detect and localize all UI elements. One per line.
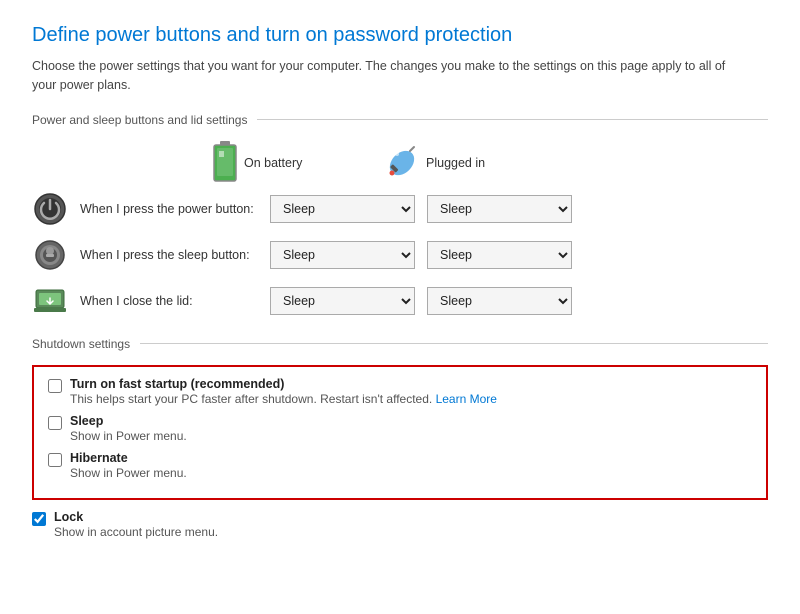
fast-startup-title: Turn on fast startup (recommended) (70, 377, 497, 391)
section1-divider: Power and sleep buttons and lid settings (32, 113, 768, 127)
lid-battery-dropdown[interactable]: Sleep Do nothing Hibernate Shut down Tur… (270, 287, 415, 315)
plugged-in-header: Plugged in (384, 145, 544, 181)
sleep-shutdown-desc: Show in Power menu. (70, 429, 187, 443)
plug-icon (384, 145, 420, 181)
sleep-shutdown-row: Sleep Show in Power menu. (48, 414, 752, 443)
hibernate-content: Hibernate Show in Power menu. (70, 451, 187, 480)
lid-icon-wrapper (32, 283, 68, 319)
shutdown-section: Shutdown settings Turn on fast startup (… (32, 337, 768, 539)
hibernate-checkbox[interactable] (48, 453, 62, 467)
sleep-button-label: When I press the sleep button: (80, 248, 270, 262)
divider-line (257, 119, 768, 120)
shutdown-divider: Shutdown settings (32, 337, 768, 351)
settings-rows: When I press the power button: Sleep Do … (32, 191, 768, 319)
sleep-button-row: When I press the sleep button: Sleep Do … (32, 237, 768, 273)
hibernate-title: Hibernate (70, 451, 187, 465)
shutdown-settings-box: Turn on fast startup (recommended) This … (32, 365, 768, 500)
power-button-label: When I press the power button: (80, 202, 270, 216)
power-plugged-dropdown-wrapper: Sleep Do nothing Hibernate Shut down Tur… (427, 195, 572, 223)
hibernate-row: Hibernate Show in Power menu. (48, 451, 752, 480)
hibernate-desc: Show in Power menu. (70, 466, 187, 480)
sleep-battery-dropdown-wrapper: Sleep Do nothing Hibernate Shut down Tur… (270, 241, 415, 269)
sleep-shutdown-title: Sleep (70, 414, 187, 428)
shutdown-divider-line (140, 343, 768, 344)
sleep-battery-dropdown[interactable]: Sleep Do nothing Hibernate Shut down Tur… (270, 241, 415, 269)
shutdown-section-label: Shutdown settings (32, 337, 130, 351)
lid-plugged-dropdown[interactable]: Sleep Do nothing Hibernate Shut down Tur… (427, 287, 572, 315)
power-button-icon-wrapper (32, 191, 68, 227)
lock-desc: Show in account picture menu. (54, 525, 218, 539)
plugged-in-label: Plugged in (426, 156, 485, 170)
fast-startup-content: Turn on fast startup (recommended) This … (70, 377, 497, 406)
columns-header: On battery Plugged in (212, 141, 768, 185)
on-battery-header: On battery (212, 141, 372, 185)
page-description: Choose the power settings that you want … (32, 57, 732, 95)
sleep-shutdown-content: Sleep Show in Power menu. (70, 414, 187, 443)
power-plugged-dropdown[interactable]: Sleep Do nothing Hibernate Shut down Tur… (427, 195, 572, 223)
sleep-plugged-dropdown-wrapper: Sleep Do nothing Hibernate Shut down Tur… (427, 241, 572, 269)
page-title: Define power buttons and turn on passwor… (32, 24, 768, 47)
fast-startup-checkbox[interactable] (48, 379, 62, 393)
section1-label: Power and sleep buttons and lid settings (32, 113, 247, 127)
lid-row: When I close the lid: Sleep Do nothing H… (32, 283, 768, 319)
sleep-button-icon-wrapper (32, 237, 68, 273)
power-battery-dropdown-wrapper: Sleep Do nothing Hibernate Shut down Tur… (270, 195, 415, 223)
lock-checkbox[interactable] (32, 512, 46, 526)
sleep-button-icon (34, 239, 66, 271)
power-button-icon (33, 192, 67, 226)
lid-label: When I close the lid: (80, 294, 270, 308)
on-battery-label: On battery (244, 156, 302, 170)
fast-startup-row: Turn on fast startup (recommended) This … (48, 377, 752, 406)
learn-more-link[interactable]: Learn More (436, 392, 497, 406)
lock-title: Lock (54, 510, 218, 524)
sleep-shutdown-checkbox[interactable] (48, 416, 62, 430)
fast-startup-desc: This helps start your PC faster after sh… (70, 392, 497, 406)
sleep-plugged-dropdown[interactable]: Sleep Do nothing Hibernate Shut down Tur… (427, 241, 572, 269)
lid-battery-dropdown-wrapper: Sleep Do nothing Hibernate Shut down Tur… (270, 287, 415, 315)
lock-row: Lock Show in account picture menu. (32, 510, 768, 539)
lock-content: Lock Show in account picture menu. (54, 510, 218, 539)
lid-icon (33, 284, 67, 318)
power-button-row: When I press the power button: Sleep Do … (32, 191, 768, 227)
power-battery-dropdown[interactable]: Sleep Do nothing Hibernate Shut down Tur… (270, 195, 415, 223)
lid-plugged-dropdown-wrapper: Sleep Do nothing Hibernate Shut down Tur… (427, 287, 572, 315)
battery-icon (212, 141, 238, 185)
